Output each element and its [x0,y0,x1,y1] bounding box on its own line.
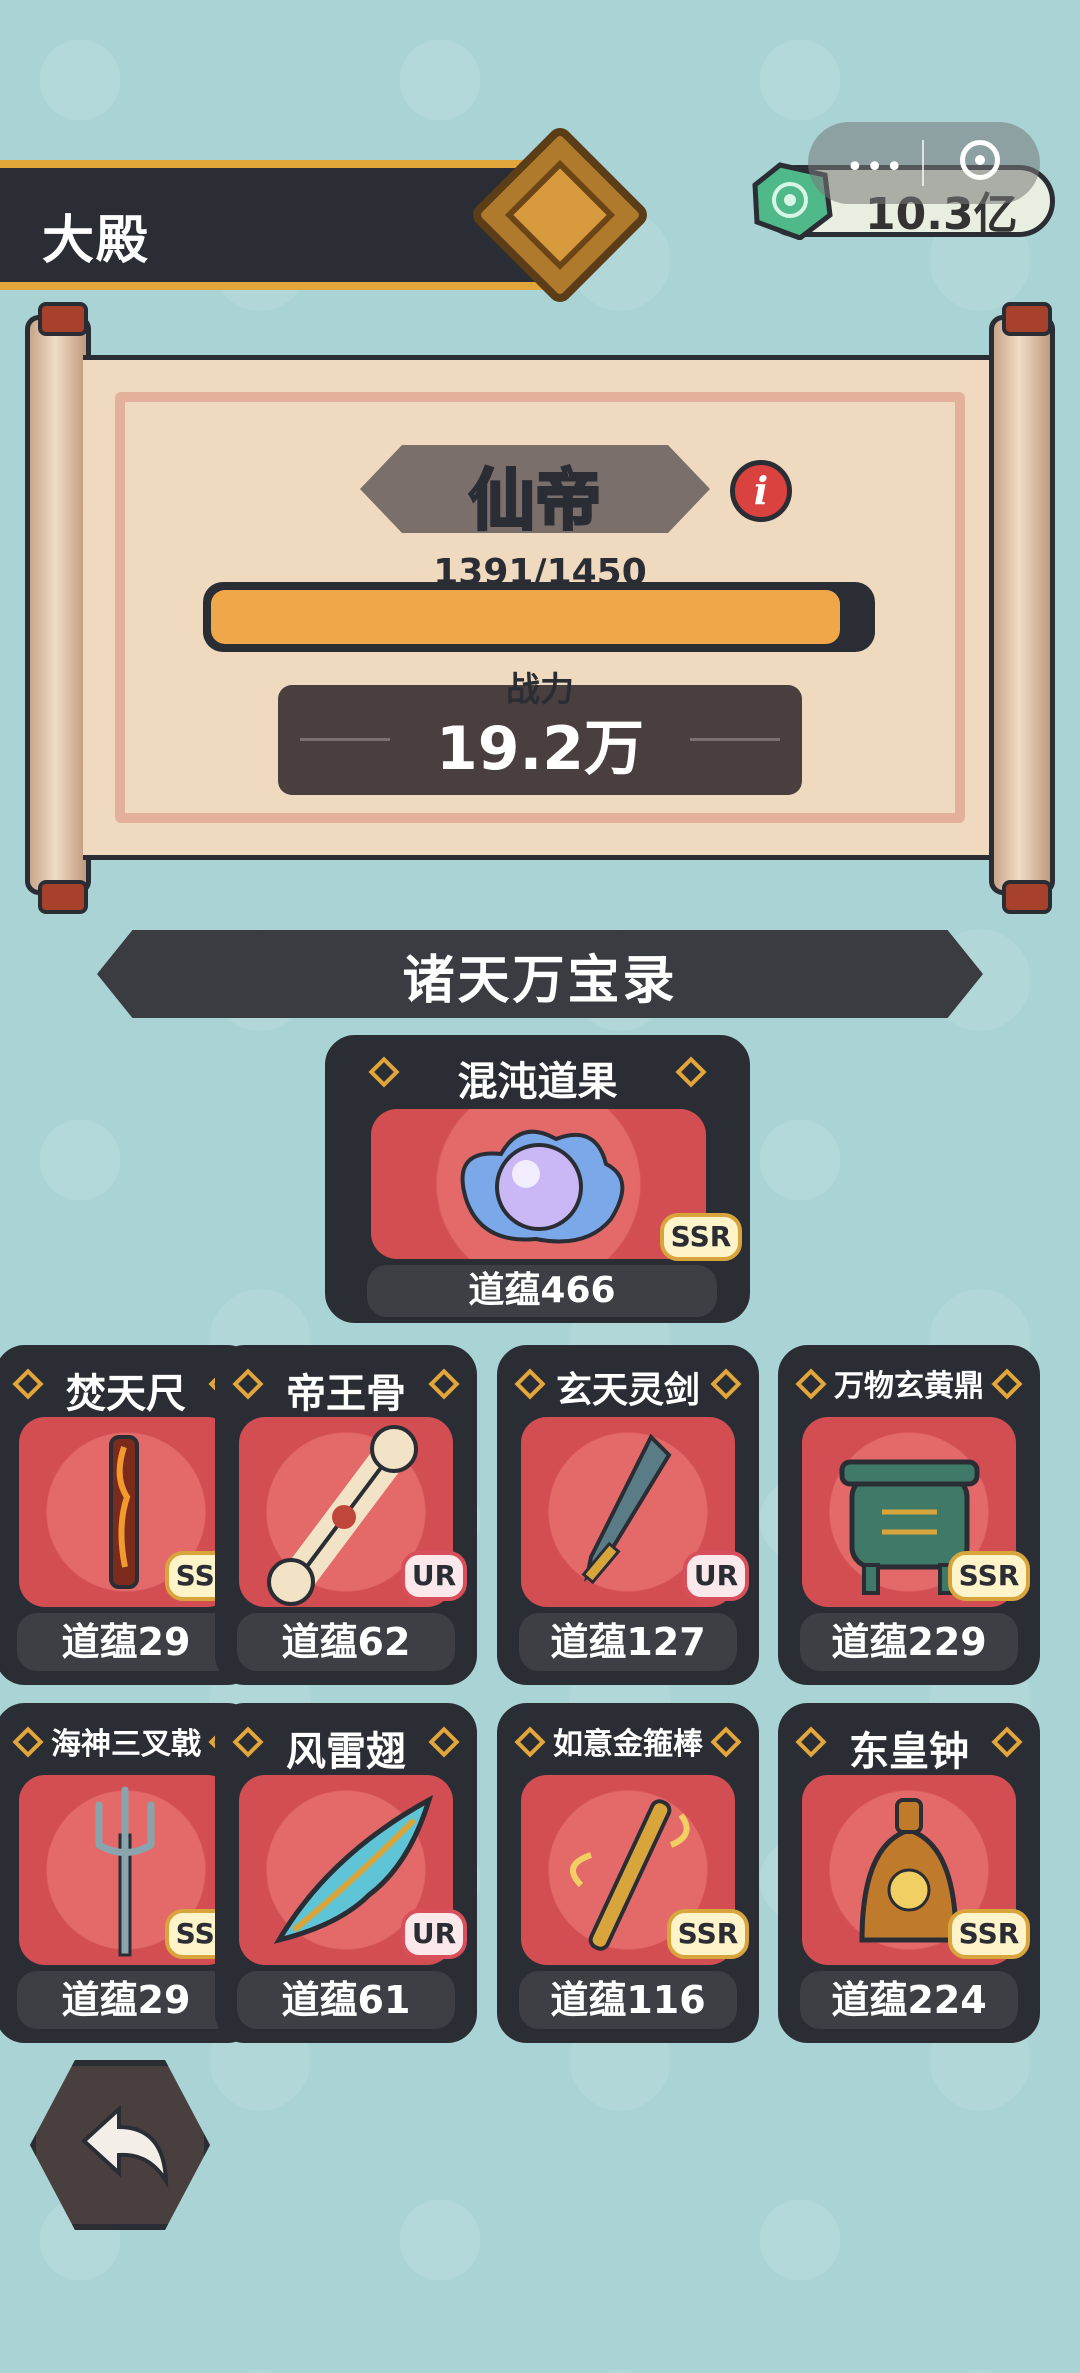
back-arrow-icon [81,2104,169,2189]
treasure-card[interactable]: 玄天灵剑 UR 道蕴127 [497,1345,759,1685]
tier-badge: SSR [948,1909,1030,1959]
treasure-name: 混沌道果 [457,1059,618,1105]
rank-progress-bar [203,582,875,652]
capsule-divider [922,140,924,186]
power-value: 19.2万 [435,714,645,784]
treasure-name: 万物玄黄鼎 [834,1369,984,1404]
treasure-art [371,1109,706,1259]
treasure-name: 如意金箍棒 [553,1727,703,1762]
tier-badge: SSR [948,1551,1030,1601]
mini-program-capsule[interactable]: ••• [808,122,1040,204]
treasure-score: 道蕴229 [800,1613,1018,1671]
scroll-roll-left [25,302,91,914]
treasure-name: 玄天灵剑 [555,1370,700,1411]
rank-progress-fill [211,590,840,644]
treasure-card[interactable]: 东皇钟 SSR 道蕴224 [778,1703,1040,2043]
treasure-score: 道蕴224 [800,1971,1018,2029]
treasure-name: 帝王骨 [286,1371,406,1417]
info-icon[interactable]: i [730,460,792,522]
treasure-name: 风雷翅 [286,1729,406,1775]
tier-badge: SSR [660,1213,742,1261]
treasure-score: 道蕴29 [17,1971,235,2029]
scroll-roll-right [989,302,1055,914]
close-target-icon[interactable] [960,140,1000,180]
treasure-name: 焚天尺 [66,1371,186,1417]
featured-treasure-card[interactable]: 混沌道果 SSR 道蕴466 [325,1035,750,1323]
treasure-card[interactable]: 如意金箍棒 SSR 道蕴116 [497,1703,759,2043]
rank-name: 仙帝 [468,461,603,541]
tier-badge: UR [401,1909,467,1959]
treasure-card[interactable]: 万物玄黄鼎 SSR 道蕴229 [778,1345,1040,1685]
treasure-card[interactable]: 帝王骨 UR 道蕴62 [215,1345,477,1685]
treasure-score: 道蕴62 [237,1613,455,1671]
treasure-card[interactable]: 风雷翅 UR 道蕴61 [215,1703,477,2043]
treasure-score: 道蕴29 [17,1613,235,1671]
treasure-score: 道蕴127 [519,1613,737,1671]
page-title: 大殿 [42,211,151,271]
treasure-score: 道蕴466 [367,1265,717,1317]
treasure-name: 东皇钟 [849,1729,969,1775]
chaos-fruit-icon [460,1129,625,1244]
more-menu-icon[interactable]: ••• [846,150,905,185]
page-title-banner: 大殿 [0,160,560,290]
tier-badge: SSR [667,1909,749,1959]
treasure-score: 道蕴61 [237,1971,455,2029]
section-title: 诸天万宝录 [402,951,678,1011]
tier-badge: UR [401,1551,467,1601]
tier-badge: UR [683,1551,749,1601]
treasure-name: 海神三叉戟 [51,1727,201,1762]
treasure-score: 道蕴116 [519,1971,737,2029]
